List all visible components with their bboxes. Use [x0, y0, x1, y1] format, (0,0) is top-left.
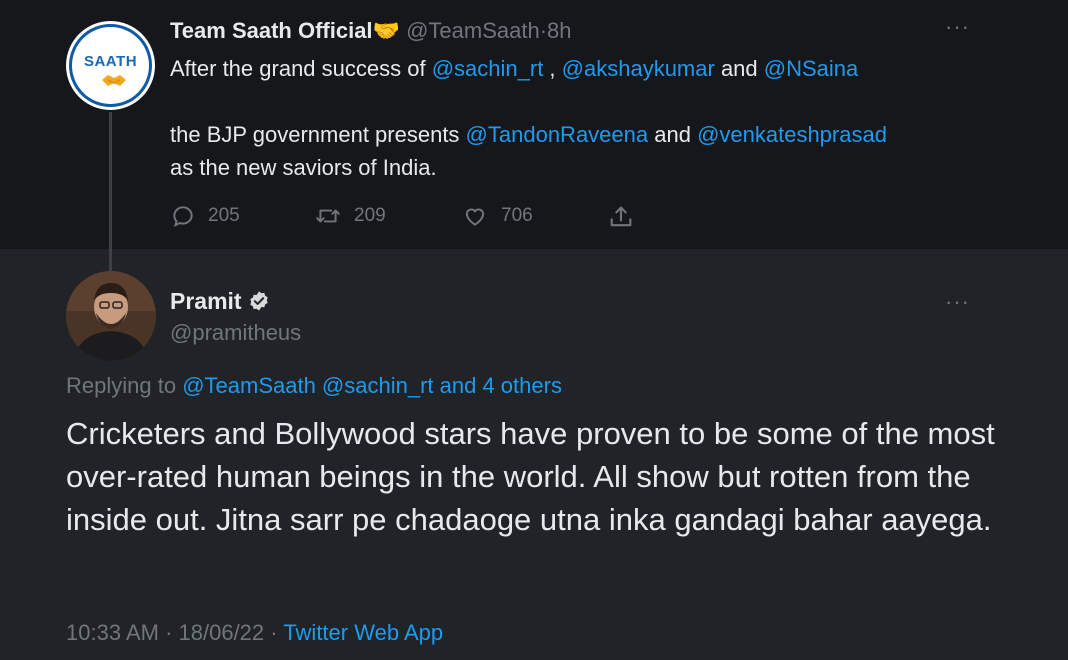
like-button[interactable]: 706: [461, 203, 533, 229]
reply-author-name-row[interactable]: Pramit: [170, 286, 270, 316]
text-segment: After the grand success of: [170, 56, 432, 81]
text-segment: the BJP government presents: [170, 122, 466, 147]
pramit-avatar[interactable]: [66, 271, 156, 361]
retweet-icon: [316, 209, 340, 223]
tweet-date[interactable]: 18/06/22: [179, 620, 265, 645]
handshake-icon: [102, 75, 126, 86]
mention-nsaina[interactable]: @NSaina: [764, 56, 859, 81]
team-saath-avatar[interactable]: SAATH: [66, 21, 155, 110]
avatar-logo-text: SAATH: [83, 53, 138, 70]
parent-display-name[interactable]: Team Saath Official: [170, 18, 373, 43]
like-icon: [465, 208, 485, 226]
text-segment: and: [648, 122, 698, 147]
parent-tweet-text: After the grand success of @sachin_rt , …: [170, 52, 1030, 184]
replying-prefix: Replying to: [66, 373, 183, 398]
retweet-count: 209: [354, 205, 386, 226]
meta-separator: ·: [158, 620, 179, 645]
parent-handle[interactable]: @TeamSaath: [406, 18, 540, 43]
reply-tweet-text: Cricketers and Bollywood stars have prov…: [66, 416, 995, 537]
retweet-button[interactable]: 209: [314, 203, 386, 229]
reply-button[interactable]: 205: [170, 203, 240, 229]
tweet-source[interactable]: Twitter Web App: [283, 620, 443, 645]
thread-connector-line: [109, 112, 112, 272]
parent-tweet-header: Team Saath Official🤝 @TeamSaath·8h: [170, 16, 572, 46]
mention-venkateshprasad[interactable]: @venkateshprasad: [697, 122, 887, 147]
replying-to-line: Replying to @TeamSaath @sachin_rt and 4 …: [66, 371, 562, 401]
reply-display-name[interactable]: Pramit: [170, 286, 242, 316]
more-icon[interactable]: ···: [945, 16, 970, 38]
replying-to-mentions[interactable]: @TeamSaath @sachin_rt and 4 others: [182, 373, 562, 398]
share-icon: [610, 206, 632, 227]
avatar-logo-ring: SAATH: [69, 24, 152, 107]
reply-icon: [173, 206, 193, 228]
tweet-meta: 10:33 AM · 18/06/22 · Twitter Web App: [66, 618, 443, 648]
verified-badge-icon: [249, 291, 268, 311]
like-count: 706: [501, 205, 533, 226]
text-segment: ,: [543, 56, 562, 81]
profile-photo-icon: [66, 271, 156, 361]
header-separator: ·: [539, 18, 548, 43]
parent-text-line-3: as the new saviors of India.: [170, 155, 437, 180]
mention-sachin[interactable]: @sachin_rt: [432, 56, 544, 81]
reply-count: 205: [208, 205, 240, 226]
parent-text-line-2: the BJP government presents @TandonRavee…: [170, 118, 1030, 151]
meta-separator: ·: [264, 620, 284, 645]
text-segment: and: [714, 56, 764, 81]
parent-text-line-1: After the grand success of @sachin_rt , …: [170, 52, 1030, 85]
mention-akshaykumar[interactable]: @akshaykumar: [562, 56, 715, 81]
more-icon[interactable]: ···: [945, 291, 970, 313]
mention-tandonraveena[interactable]: @TandonRaveena: [466, 122, 649, 147]
tweet-time[interactable]: 10:33 AM: [66, 620, 159, 645]
parent-timestamp[interactable]: 8h: [547, 18, 571, 43]
share-button[interactable]: [607, 203, 635, 231]
reply-handle[interactable]: @pramitheus: [170, 318, 301, 348]
handshake-emoji-icon: 🤝: [372, 18, 400, 43]
